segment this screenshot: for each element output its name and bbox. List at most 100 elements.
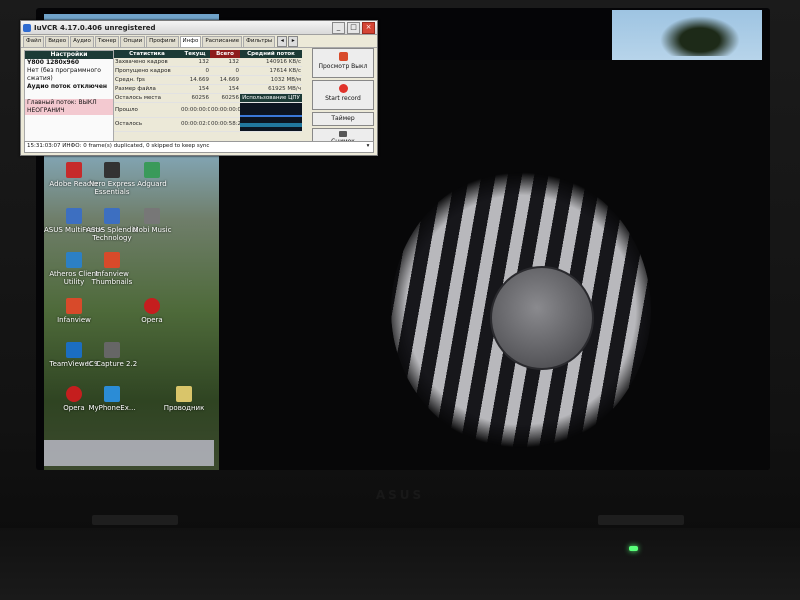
desktop-icon-adguard[interactable]: Adguard	[122, 162, 182, 188]
stats-total: 60256	[210, 93, 240, 103]
table-row: Осталось места 60256 60256 Использование…	[114, 93, 302, 103]
asus-multiframe-icon	[66, 208, 82, 224]
settings-video-format: Y800 1280x960	[27, 59, 80, 66]
explorer-icon	[176, 386, 192, 402]
tab-scroll-left-icon[interactable]: ◂	[277, 36, 288, 47]
specimen-disc	[490, 266, 594, 370]
right-hinge	[598, 515, 684, 525]
music-icon	[144, 208, 160, 224]
action-buttons: Просмотр Выкл Start record Таймер Снимок	[312, 48, 374, 150]
desktop-icon-opera-1[interactable]: Opera	[122, 298, 182, 324]
atheros-icon	[66, 252, 82, 268]
start-record-button[interactable]: Start record	[312, 80, 374, 110]
window-title: IuVCR 4.17.0.406 unregistered	[34, 23, 156, 32]
stats-label: Пропущено кадров	[114, 66, 180, 76]
stats-label: Захвачено кадров	[114, 58, 180, 67]
stats-current: 60256	[180, 93, 210, 103]
cpu-usage-header: Использование ЦПУ	[240, 93, 302, 103]
stats-current: 154	[180, 84, 210, 94]
tab-file[interactable]: Файл	[23, 36, 45, 47]
tab-filters[interactable]: Фильтры	[243, 36, 276, 47]
stats-header-current: Текущ	[180, 50, 210, 58]
stats-label: Осталось	[114, 117, 180, 132]
tab-profiles[interactable]: Профили	[146, 36, 179, 47]
close-button[interactable]: ×	[362, 21, 375, 34]
desktop-icon-myphoneex[interactable]: MyPhoneEx...	[82, 386, 142, 412]
table-row: Средн. fps 14.669 14.669 1032 MB/м	[114, 75, 302, 85]
infanview-thumbnails-icon	[104, 252, 120, 268]
preview-toggle-button[interactable]: Просмотр Выкл	[312, 48, 374, 78]
tab-info[interactable]: Инфо	[179, 36, 202, 47]
tab-scroll-right-icon[interactable]: ▸	[288, 36, 299, 47]
stats-total: 154	[210, 84, 240, 94]
stats-avg: 140916 KB/с	[240, 58, 302, 67]
myphoneexplorer-icon	[104, 386, 120, 402]
settings-panel: Настройки Y800 1280x960 Нет (без програм…	[24, 50, 114, 144]
preview-icon	[338, 52, 348, 61]
log-status-bar: 15:31:03:07 ИНФО: 0 frame(s) duplicated,…	[24, 141, 374, 153]
settings-main-stream: Главный поток: ВЫКЛ	[25, 99, 113, 107]
cpu-graph-cell	[240, 102, 302, 132]
cpu-graph-band	[240, 123, 302, 127]
table-row: Захвачено кадров 132 132 140916 KB/с	[114, 58, 302, 67]
stats-header-label: Статистика	[114, 50, 180, 58]
statistics-panel: Статистика Текущ Всего Средний поток Зах…	[114, 50, 302, 142]
tab-options[interactable]: Опции	[120, 36, 146, 47]
table-row: Прошло 00:00:00:09 00:00:00:09	[114, 102, 302, 132]
stats-header-avg: Средний поток	[240, 50, 302, 58]
info-tab-body: Настройки Y800 1280x960 Нет (без програм…	[21, 48, 377, 150]
tab-video[interactable]: Видео	[45, 36, 70, 47]
status-text: 15:31:03:07 ИНФО: 0 frame(s) duplicated,…	[27, 143, 210, 149]
settings-header: Настройки	[25, 51, 113, 59]
chevron-down-icon[interactable]: ▾	[364, 142, 372, 151]
maximize-button[interactable]: □	[347, 21, 360, 34]
tab-bar: Файл Видео Аудио Тюнер Опции Профили Инф…	[21, 35, 377, 48]
table-row: Пропущено кадров 0 0 17614 KB/с	[114, 66, 302, 76]
stats-current: 00:00:02:00	[180, 117, 210, 132]
desktop-icon-ic-capture[interactable]: IC Capture 2.2	[82, 342, 142, 368]
desktop-icon-mobi-music[interactable]: Mobi Music	[122, 208, 182, 234]
tab-tuner[interactable]: Тюнер	[94, 36, 120, 47]
opera-icon	[144, 298, 160, 314]
desktop-icons: Adobe Reader Nero Express Essentials Adg…	[44, 152, 214, 467]
stats-current: 0	[180, 66, 210, 76]
stats-current: 14.669	[180, 75, 210, 85]
desktop-icon-infanview[interactable]: Infanview	[44, 298, 104, 324]
desktop-icon-explorer[interactable]: Проводник	[154, 386, 214, 412]
stats-avg: 61925 MB/ч	[240, 84, 302, 94]
record-icon	[338, 84, 348, 93]
settings-compression-cont: сжатия)	[27, 75, 53, 82]
stats-total: 132	[210, 58, 240, 67]
opera-icon	[66, 386, 82, 402]
desktop-selection-highlight	[44, 440, 214, 466]
teamviewer-icon	[66, 342, 82, 358]
cpu-usage-graph	[240, 103, 302, 131]
app-icon	[23, 23, 31, 32]
stats-avg: 1032 MB/м	[240, 75, 302, 85]
settings-audio: Аудио поток отключен	[27, 83, 108, 90]
settings-compression: Нет (без программного	[27, 67, 101, 74]
desktop-icon-infanview-thumbs[interactable]: Infanview Thumbnails	[82, 252, 142, 286]
stats-current: 132	[180, 58, 210, 67]
camera-icon	[339, 131, 347, 137]
table-row: Размер файла 154 154 61925 MB/ч	[114, 84, 302, 94]
window-titlebar[interactable]: IuVCR 4.17.0.406 unregistered _ □ ×	[21, 21, 377, 35]
stats-total: 00:00:58:22	[210, 117, 240, 132]
tab-audio[interactable]: Аудио	[70, 36, 94, 47]
stats-label: Размер файла	[114, 84, 180, 94]
adguard-icon	[144, 162, 160, 178]
stats-total: 14.669	[210, 75, 240, 85]
settings-spacer	[25, 91, 113, 99]
power-led-icon	[629, 546, 638, 551]
adobe-reader-icon	[66, 162, 82, 178]
stats-label: Средн. fps	[114, 75, 180, 85]
stats-total: 00:00:00:09	[210, 102, 240, 118]
minimize-button[interactable]: _	[332, 21, 345, 34]
settings-limit: НЕОГРАНИЧ	[25, 107, 113, 115]
infanview-icon	[66, 298, 82, 314]
tab-schedule[interactable]: Расписание	[202, 36, 243, 47]
stats-label: Прошло	[114, 102, 180, 118]
timer-button[interactable]: Таймер	[312, 112, 374, 126]
brand-logo: ASUS	[375, 488, 425, 502]
asus-splendid-icon	[104, 208, 120, 224]
